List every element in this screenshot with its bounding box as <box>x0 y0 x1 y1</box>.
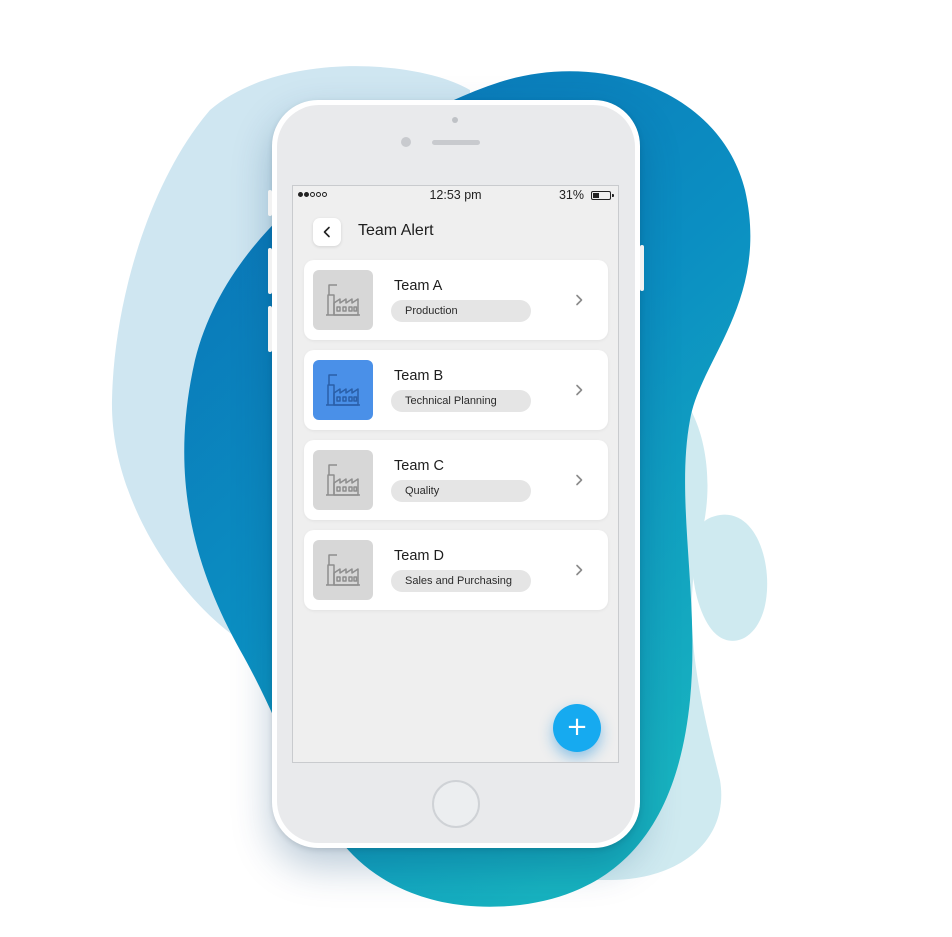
earpiece-speaker <box>432 140 480 145</box>
department-badge: Technical Planning <box>391 390 531 412</box>
factory-icon <box>326 464 360 496</box>
power-button <box>640 245 644 291</box>
stage: 12:53 pm 31% Team Alert Team A Productio… <box>0 0 952 937</box>
team-card-d[interactable]: Team D Sales and Purchasing <box>304 530 608 610</box>
factory-icon <box>326 284 360 316</box>
app-screen: 12:53 pm 31% Team Alert Team A Productio… <box>292 185 619 763</box>
chevron-right-icon <box>572 562 586 578</box>
factory-icon <box>326 554 360 586</box>
team-card-b[interactable]: Team B Technical Planning <box>304 350 608 430</box>
team-card-c[interactable]: Team C Quality <box>304 440 608 520</box>
small-blob <box>692 514 768 641</box>
plus-icon: + <box>566 712 588 742</box>
factory-icon <box>326 374 360 406</box>
status-bar: 12:53 pm 31% <box>293 186 618 206</box>
team-thumbnail <box>313 270 373 330</box>
proximity-sensor <box>452 117 458 123</box>
chevron-right-icon <box>572 472 586 488</box>
department-badge: Production <box>391 300 531 322</box>
battery-icon <box>591 191 614 200</box>
chevron-right-icon <box>572 382 586 398</box>
chevron-left-icon <box>323 226 330 238</box>
volume-down-button <box>268 306 272 352</box>
department-badge: Sales and Purchasing <box>391 570 531 592</box>
battery-percentage: 31% <box>558 188 584 202</box>
add-team-button[interactable]: + <box>553 704 601 752</box>
team-thumbnail <box>313 360 373 420</box>
team-thumbnail <box>313 450 373 510</box>
department-badge: Quality <box>391 480 531 502</box>
team-name: Team B <box>394 368 444 384</box>
front-camera <box>401 137 411 147</box>
team-name: Team D <box>394 548 444 564</box>
mute-switch <box>268 190 272 216</box>
chevron-right-icon <box>572 292 586 308</box>
page-title: Team Alert <box>358 222 434 239</box>
volume-up-button <box>268 248 272 294</box>
team-list: Team A Production Team B Technical Plann… <box>304 260 608 620</box>
team-thumbnail <box>313 540 373 600</box>
team-name: Team C <box>394 458 444 474</box>
team-card-a[interactable]: Team A Production <box>304 260 608 340</box>
home-button[interactable] <box>432 780 480 828</box>
team-name: Team A <box>394 278 443 294</box>
back-button[interactable] <box>313 218 341 246</box>
battery-level <box>593 193 599 198</box>
